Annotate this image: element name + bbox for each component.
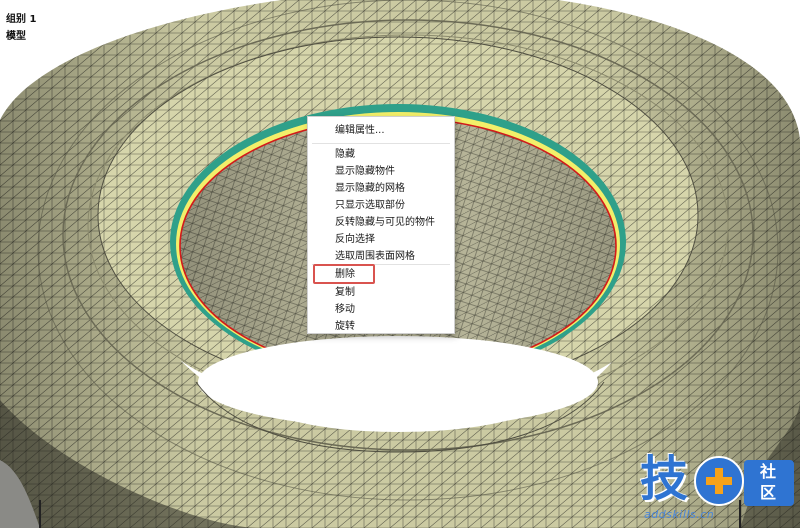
logo-char-main: 技	[640, 451, 689, 507]
menu-item-show-hidden-objects[interactable]: 显示隐藏物件	[308, 163, 454, 180]
logo-plus-icon	[694, 456, 744, 506]
logo-box: 社 区	[744, 460, 794, 506]
menu-item-invert-selection[interactable]: 反向选择	[308, 231, 454, 248]
watermark-logo: 技 社 区 addskills.cn	[640, 452, 800, 528]
menu-item-show-selected-only[interactable]: 只显示选取部份	[308, 197, 454, 214]
menu-item-select-surrounding-mesh[interactable]: 选取周围表面网格	[308, 248, 454, 265]
context-menu: 编辑属性... 隐藏 显示隐藏物件 显示隐藏的网格 只显示选取部份 反转隐藏与可…	[307, 116, 455, 334]
delete-highlight-box	[313, 264, 375, 284]
menu-item-edit-properties[interactable]: 编辑属性...	[308, 122, 454, 139]
logo-url: addskills.cn	[644, 508, 715, 521]
model-label: 模型	[6, 31, 26, 42]
menu-item-rotate[interactable]: 旋转	[308, 318, 454, 335]
logo-char-she: 社	[760, 462, 777, 481]
menu-item-invert-visibility[interactable]: 反转隐藏与可见的物件	[308, 214, 454, 231]
menu-item-hide[interactable]: 隐藏	[308, 146, 454, 163]
group-label: 组别 1	[6, 14, 37, 25]
menu-separator	[312, 143, 450, 144]
menu-item-show-hidden-mesh[interactable]: 显示隐藏的网格	[308, 180, 454, 197]
menu-item-copy[interactable]: 复制	[308, 284, 454, 301]
logo-char-qu: 区	[760, 483, 777, 502]
menu-item-move[interactable]: 移动	[308, 301, 454, 318]
